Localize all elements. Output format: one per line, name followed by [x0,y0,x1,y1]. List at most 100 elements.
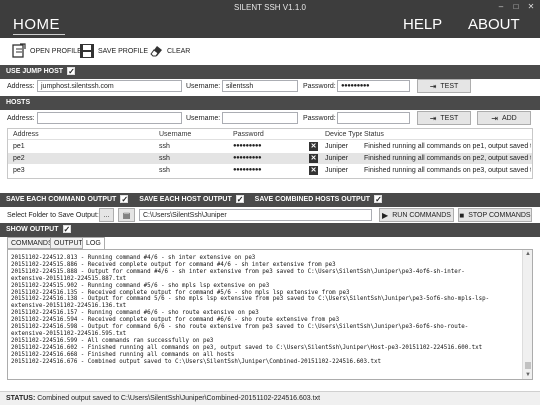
open-folder-button[interactable]: ▤ [118,208,135,222]
hosts-grid[interactable]: Address Username Password Device Type St… [7,128,533,179]
save-combined-checkbox[interactable] [374,193,383,207]
save-each-host-label: SAVE EACH HOST OUTPUT [139,196,232,203]
save-each-command-label: SAVE EACH COMMAND OUTPUT [6,196,117,203]
remove-host-icon[interactable]: ✕ [309,142,318,151]
jump-host-header: USE JUMP HOST [0,65,540,79]
folder-path-input[interactable]: C:\Users\SilentSsh\Juniper [139,209,372,221]
log-line: 20151102-224516.157 - Running command #6… [11,310,259,317]
nav-about[interactable]: ABOUT [468,16,520,33]
host-address-input[interactable] [37,112,182,124]
host-username-input[interactable] [222,112,298,124]
log-scrollbar[interactable]: ▲ ▼ [522,250,532,379]
clear-button[interactable]: CLEAR [148,42,190,60]
jump-test-label: TEST [440,82,459,90]
close-button[interactable]: ✕ [524,2,538,12]
window-title: SILENT SSH V1.1.0 [234,3,306,12]
log-line: 20151102-224516.594 - Received complete … [11,317,340,324]
log-line: 20151102-224515.902 - Running command #5… [11,282,270,289]
jump-username-input[interactable]: silentssh [222,80,298,92]
cell-password: ●●●●●●●●● [233,155,262,161]
col-username[interactable]: Username [156,129,226,140]
jump-address-input[interactable]: jumphost.silentssh.com [37,80,182,92]
log-line: 20151102-224512.813 - Running command #4… [11,255,256,261]
clear-label: CLEAR [167,47,191,55]
jump-address-label: Address: [7,83,35,90]
cell-username: ssh [159,155,170,162]
cell-status: Finished running all commands on pe2, ou… [364,155,531,162]
stop-icon: ■ [459,210,465,220]
cell-password: ●●●●●●●●● [233,143,262,149]
remove-host-icon[interactable]: ✕ [309,154,318,163]
cell-address: pe1 [13,143,25,150]
log-line: 20151102-224515.888 - Output for command… [11,268,465,275]
col-status[interactable]: Status [361,129,531,140]
host-test-button[interactable]: ⇥ TEST [417,111,471,125]
nav-help[interactable]: HELP [403,16,442,33]
host-test-label: TEST [440,114,459,122]
save-profile-button[interactable]: SAVE PROFILE [79,42,148,60]
log-line: extensive-20151102-224516.136.txt [11,303,127,310]
scroll-up-icon[interactable]: ▲ [523,250,533,258]
add-icon: ⇥ [491,113,498,123]
folder-icon: ▤ [122,210,131,220]
jump-username-label: Username: [186,83,221,90]
hosts-section-label: HOSTS [6,99,31,106]
browse-button[interactable]: ... [99,208,114,222]
save-each-command-checkbox[interactable] [120,193,129,207]
open-folder-icon [12,43,26,58]
host-username-label: Username: [186,115,221,122]
show-output-label: SHOW OUTPUT [6,226,59,233]
minimize-button[interactable]: – [494,2,508,12]
cell-address: pe2 [13,155,25,162]
log-line: 20151102-224516.668 - Finished running a… [11,351,235,358]
col-device-type[interactable]: Device Type [322,129,362,140]
table-row[interactable]: pe1 ssh ●●●●●●●●● Juniper Finished running a… [8,141,532,152]
status-bar: STATUS: Combined output saved to C:\User… [0,391,540,405]
scroll-thumb[interactable] [525,362,531,369]
cell-device-type: Juniper [325,155,348,162]
log-panel[interactable]: 20151102-224512.813 - Running command #4… [7,249,533,380]
cell-device-type: Juniper [325,143,348,150]
show-output-checkbox[interactable] [62,223,71,237]
col-password[interactable]: Password [230,129,302,140]
save-profile-label: SAVE PROFILE [98,47,149,55]
log-line: 20151102-224516.598 - Output for command… [11,324,469,331]
use-jump-host-checkbox[interactable] [67,65,76,79]
hosts-header: HOSTS [0,96,540,110]
log-line: 20151102-224516.676 - Combined output sa… [11,358,381,365]
play-icon: ▶ [382,210,389,220]
save-each-host-checkbox[interactable] [235,193,244,207]
stop-commands-button[interactable]: ■ STOP COMMANDS [458,208,532,222]
table-row[interactable]: pe2 ssh ●●●●●●●●● Juniper Finished running a… [8,153,532,164]
log-line: 20151102-224516.599 - All commands ran s… [11,337,214,344]
maximize-button[interactable]: □ [509,2,523,12]
title-bar: SILENT SSH V1.1.0 HOME HELP ABOUT – □ ✕ [0,0,540,38]
cell-password: ●●●●●●●●● [233,167,262,173]
login-icon: ⇥ [429,81,437,91]
jump-host-section-label: USE JUMP HOST [6,68,64,75]
eraser-icon [150,46,162,57]
remove-host-icon[interactable]: ✕ [309,166,318,175]
nav-home[interactable]: HOME [13,16,60,33]
login-icon: ⇥ [429,113,437,123]
run-commands-button[interactable]: ▶ RUN COMMANDS [379,208,454,222]
jump-password-label: Password: [303,83,336,90]
jump-test-button[interactable]: ⇥ TEST [417,79,471,93]
run-commands-label: RUN COMMANDS [392,211,451,219]
host-password-label: Password: [303,115,336,122]
cell-device-type: Juniper [325,167,348,174]
show-output-header: SHOW OUTPUT [0,223,540,237]
log-line: 20151102-224516.135 - Received complete … [11,289,350,296]
host-password-input[interactable] [337,112,410,124]
cell-status: Finished running all commands on pe1, ou… [364,143,531,150]
cell-status: Finished running all commands on pe3, ou… [364,167,531,174]
open-profile-button[interactable]: OPEN PROFILE [11,42,82,60]
grid-header-row: Address Username Password Device Type St… [8,129,532,140]
table-row[interactable]: pe3 ssh ●●●●●●●●● Juniper Finished running a… [8,165,532,176]
log-line: 20151102-224515.886 - Received complete … [11,261,336,268]
output-options-header: SAVE EACH COMMAND OUTPUT SAVE EACH HOST … [0,193,540,207]
col-address[interactable]: Address [10,129,150,140]
jump-password-input[interactable]: ●●●●●●●●● [337,80,410,92]
add-host-button[interactable]: ⇥ ADD [477,111,531,125]
scroll-down-icon[interactable]: ▼ [523,371,533,379]
